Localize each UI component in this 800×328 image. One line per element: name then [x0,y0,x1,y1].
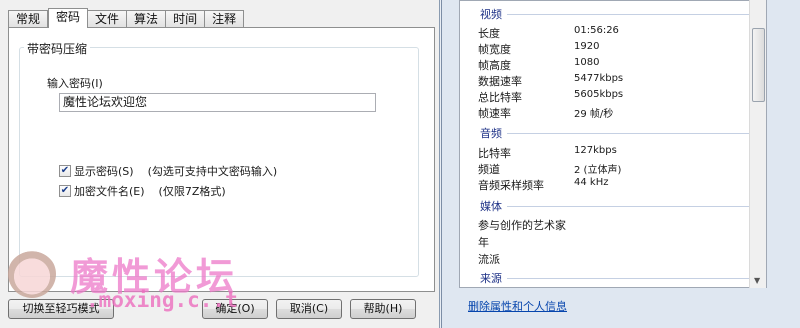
tab-password[interactable]: 密码 [48,8,89,28]
cancel-button[interactable]: 取消(C) [276,299,342,319]
section-video-title: 视频 [480,8,502,21]
scrollbar-thumb[interactable] [752,28,765,102]
encrypt-filenames-label[interactable]: 加密文件名(E) [74,183,145,199]
watermark-avatar-image [8,250,56,298]
remove-properties-link[interactable]: 删除属性和个人信息 [468,298,567,314]
password-label: 输入密码(I) [47,77,103,90]
section-media-title: 媒体 [480,200,502,213]
compression-settings-dialog: 常规 密码 文件 算法 时间 注释 带密码压缩 输入密码(I) 魔性论坛欢迎您 … [0,0,440,328]
tab-comment[interactable]: 注释 [205,10,245,28]
show-password-row: ✔ 显示密码(S) (勾选可支持中文密码输入) [59,163,277,179]
show-password-label[interactable]: 显示密码(S) [74,163,134,179]
section-video: 视频 [480,6,755,22]
section-media: 媒体 [480,198,755,214]
password-input[interactable]: 魔性论坛欢迎您 [59,93,376,112]
group-title: 带密码压缩 [24,40,91,57]
section-source-title: 来源 [480,272,502,285]
encrypt-filenames-checkbox[interactable]: ✔ [59,185,71,197]
encrypt-filenames-row: ✔ 加密文件名(E) (仅限7Z格式) [59,183,226,199]
tab-algorithm[interactable]: 算法 [127,10,167,28]
section-audio-title: 音频 [480,127,502,140]
show-password-hint: (勾选可支持中文密码输入) [147,165,278,178]
show-password-checkbox[interactable]: ✔ [59,165,71,177]
scroll-down-arrow-icon[interactable]: ▼ [754,276,760,285]
tab-strip: 常规 密码 文件 算法 时间 注释 [8,8,245,28]
section-source: 来源 [480,270,755,286]
watermark-url: .moxing.c..t [86,288,238,312]
details-list: 视频 长度 01:56:26 帧宽度 1920 帧高度 1080 数据速率 5477kb… [459,0,767,288]
details-scrollbar[interactable]: ▼ [749,0,766,288]
tab-general[interactable]: 常规 [8,10,49,28]
help-button[interactable]: 帮助(H) [350,299,416,319]
encrypt-filenames-hint: (仅限7Z格式) [158,185,226,198]
tab-time[interactable]: 时间 [166,10,206,28]
section-audio: 音频 [480,125,755,141]
tab-files[interactable]: 文件 [88,10,128,28]
